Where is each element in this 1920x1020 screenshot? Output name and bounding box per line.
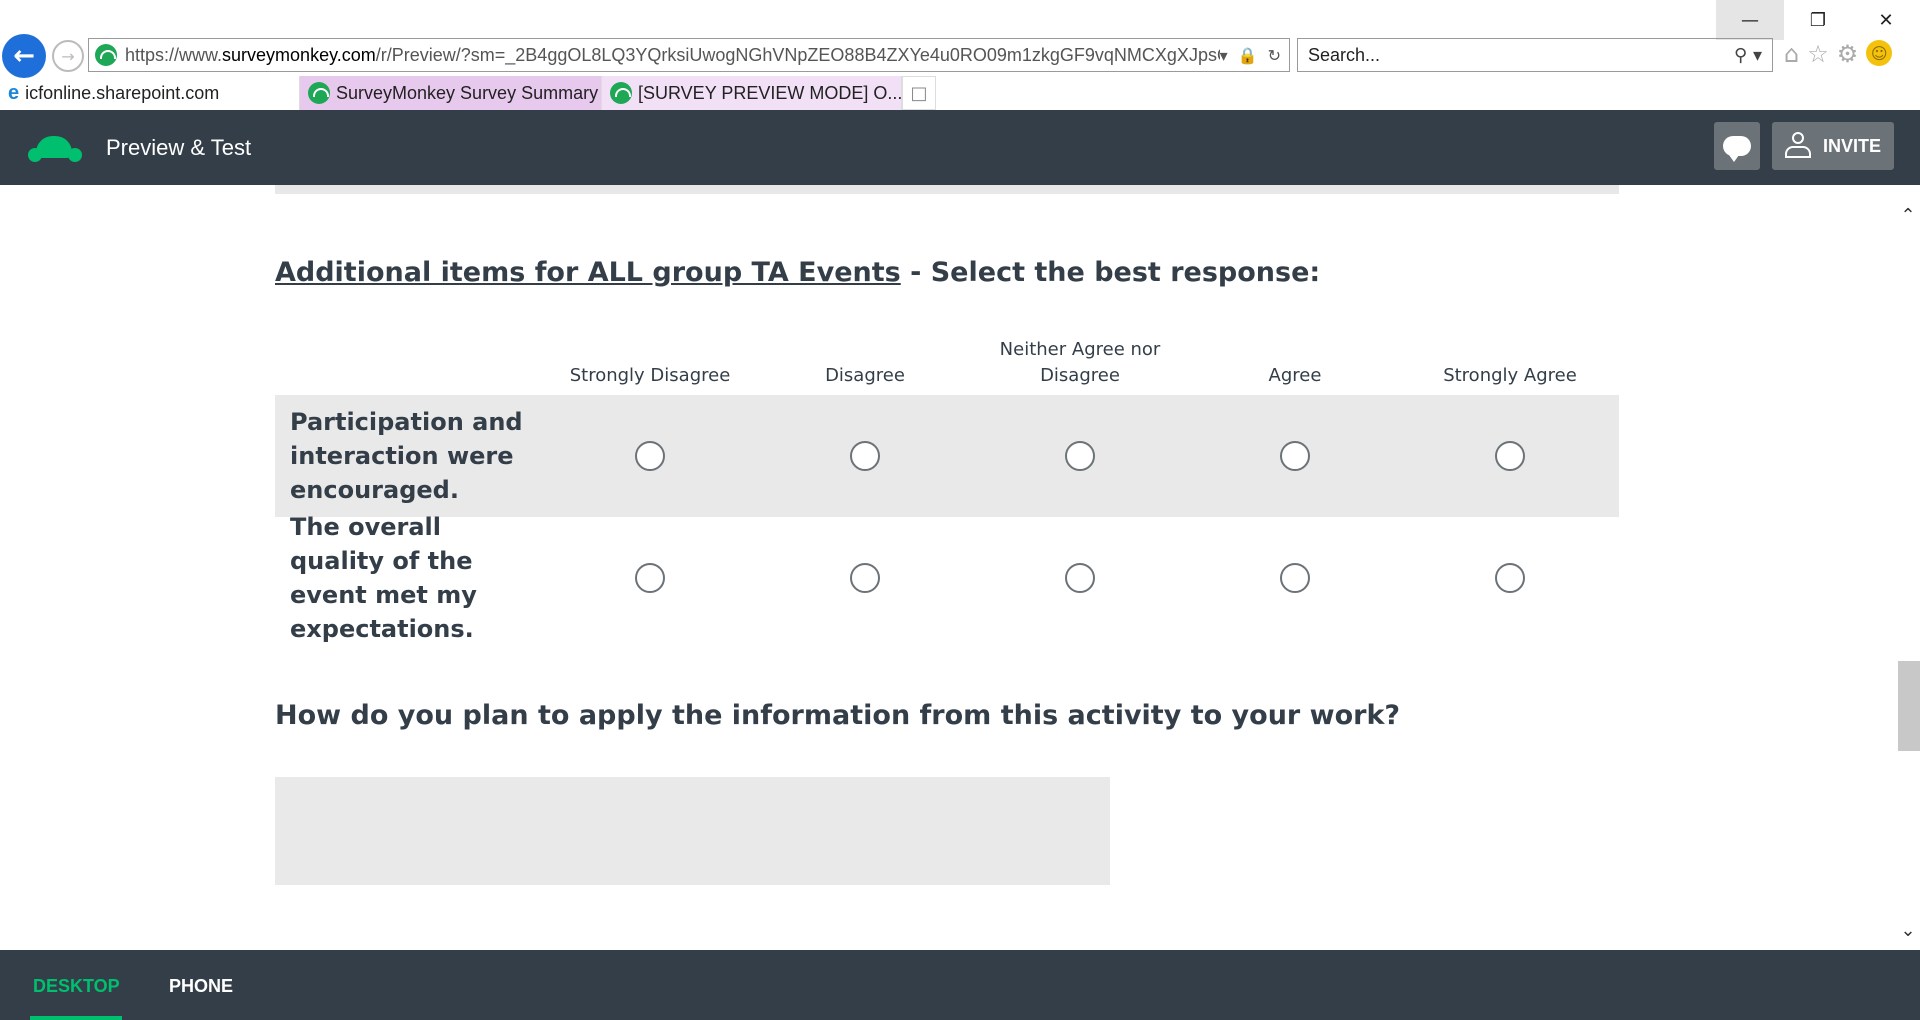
url-text[interactable]: https://www.surveymonkey.com/r/Preview/?… <box>125 45 1220 66</box>
new-tab-icon: □ <box>910 82 928 104</box>
tab-survey-preview[interactable]: [SURVEY PREVIEW MODE] O... ✕ <box>602 76 902 110</box>
likert-matrix: Strongly Disagree Disagree Neither Agree… <box>275 335 1619 643</box>
search-icon[interactable]: ⚲ ▾ <box>1734 45 1772 66</box>
column-header: Strongly Agree <box>1443 365 1577 386</box>
tab-desktop[interactable]: DESKTOP <box>33 976 120 997</box>
tab-survey-summary[interactable]: SurveyMonkey Survey Summary <box>300 76 602 110</box>
forward-button[interactable]: → <box>52 40 84 72</box>
back-button[interactable]: ← <box>2 34 46 78</box>
column-header: Disagree <box>825 365 905 386</box>
tab-strip: e icfonline.sharepoint.com SurveyMonkey … <box>0 76 936 110</box>
refresh-icon[interactable]: ↻ <box>1268 46 1281 65</box>
radio-disagree[interactable] <box>850 441 880 471</box>
surveymonkey-favicon-icon <box>95 44 117 66</box>
arrow-left-icon: ← <box>13 41 35 71</box>
feedback-smiley-icon[interactable]: ☺ <box>1866 40 1893 66</box>
radio-strongly-disagree[interactable] <box>635 441 665 471</box>
radio-strongly-disagree[interactable] <box>635 563 665 593</box>
page-scrollbar[interactable]: ⌃ ⌄ <box>1896 185 1920 950</box>
matrix-column-headers: Strongly Disagree Disagree Neither Agree… <box>275 335 1619 395</box>
column-header: Strongly Disagree <box>569 365 731 386</box>
radio-strongly-agree[interactable] <box>1495 441 1525 471</box>
surveymonkey-favicon-icon <box>610 82 632 104</box>
chat-bubble-icon <box>1723 136 1751 162</box>
search-box[interactable]: ⚲ ▾ <box>1297 38 1773 72</box>
invite-button[interactable]: INVITE <box>1772 122 1894 170</box>
surveymonkey-favicon-icon <box>308 82 330 104</box>
toolbar-icons: ⌂ ☆ ⚙ ☺ <box>1784 40 1893 68</box>
home-icon[interactable]: ⌂ <box>1784 40 1799 68</box>
page-title: Preview & Test <box>106 134 252 160</box>
question-title: How do you plan to apply the information… <box>275 700 1401 731</box>
comments-button[interactable] <box>1714 122 1760 170</box>
matrix-row: The overall quality of the event met my … <box>275 513 1619 643</box>
survey-content: Additional items for ALL group TA Events… <box>0 185 1896 950</box>
active-tab-indicator <box>30 1016 122 1020</box>
radio-strongly-agree[interactable] <box>1495 563 1525 593</box>
star-icon[interactable]: ☆ <box>1807 40 1829 68</box>
question-title: Additional items for ALL group TA Events… <box>275 257 1321 288</box>
chevron-down-icon[interactable]: ⌄ <box>1896 918 1920 942</box>
radio-disagree[interactable] <box>850 563 880 593</box>
invite-label: INVITE <box>1822 135 1881 156</box>
ie-icon: e <box>8 81 20 104</box>
gear-icon[interactable]: ⚙ <box>1837 40 1859 68</box>
lock-icon[interactable]: 🔒 <box>1238 46 1258 65</box>
person-icon <box>1784 132 1811 160</box>
restore-button[interactable]: ❐ <box>1784 0 1852 40</box>
answer-textarea[interactable] <box>275 777 1110 885</box>
scrollbar-thumb[interactable] <box>1898 661 1920 751</box>
radio-agree[interactable] <box>1280 563 1310 593</box>
new-tab-button[interactable]: □ <box>902 76 936 110</box>
app-header: Preview & Test INVITE <box>0 110 1920 185</box>
tab-label: icfonline.sharepoint.com <box>25 82 220 103</box>
tab-label: SurveyMonkey Survey Summary <box>336 82 599 103</box>
column-header: Neither Agree nor Disagree <box>999 339 1161 386</box>
minimize-button[interactable]: — <box>1716 0 1784 40</box>
arrow-right-icon: → <box>61 46 75 66</box>
column-header: Agree <box>1268 365 1322 386</box>
tab-sharepoint[interactable]: e icfonline.sharepoint.com <box>0 76 300 110</box>
search-input[interactable] <box>1308 44 1735 66</box>
surveymonkey-logo-icon[interactable] <box>28 128 82 168</box>
previous-question-edge <box>275 185 1619 194</box>
row-label: The overall quality of the event met my … <box>290 513 477 643</box>
radio-neither[interactable] <box>1065 441 1095 471</box>
close-window-button[interactable]: ✕ <box>1852 0 1920 40</box>
browser-chrome: — ❐ ✕ ← → https://www.surveymonkey.com/r… <box>0 0 1920 110</box>
tab-phone[interactable]: PHONE <box>169 976 233 997</box>
preview-footer: DESKTOP PHONE <box>0 950 1920 1020</box>
matrix-row: Participation and interaction were encou… <box>275 395 1619 517</box>
radio-neither[interactable] <box>1065 563 1095 593</box>
address-bar[interactable]: https://www.surveymonkey.com/r/Preview/?… <box>88 38 1290 72</box>
row-label: Participation and interaction were encou… <box>290 408 523 504</box>
tab-label: [SURVEY PREVIEW MODE] O... <box>638 82 902 103</box>
dropdown-icon[interactable]: ▾ <box>1220 46 1228 65</box>
chevron-up-icon[interactable]: ⌃ <box>1896 203 1920 227</box>
radio-agree[interactable] <box>1280 441 1310 471</box>
window-controls: — ❐ ✕ <box>1716 0 1920 40</box>
